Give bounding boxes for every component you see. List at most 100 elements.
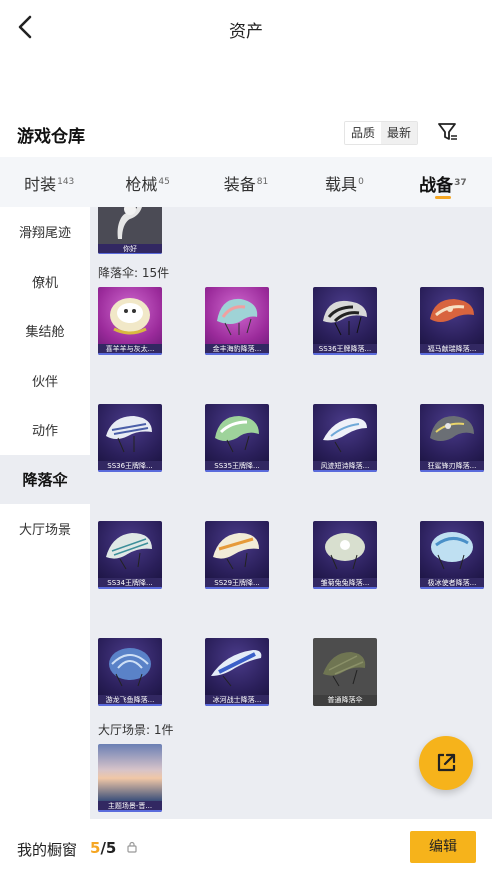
item-image [420,287,484,344]
parachute-tile[interactable]: SS36王牌降落... [313,287,377,355]
filter-button[interactable] [436,120,460,144]
tab-equipment[interactable]: 装备81 [197,157,295,207]
parachute-tile[interactable]: 极冰使者降落... [420,521,484,589]
item-name: 你好 [98,244,162,254]
parachute-tile[interactable]: 游龙飞鱼降落... [98,638,162,706]
parachute-icon [106,416,152,453]
parachute-icon [109,648,151,687]
tab-fashion[interactable]: 时装143 [0,157,98,207]
item-image [420,404,484,461]
parachute-tile[interactable]: 喜羊羊与灰太... [98,287,162,355]
parachute-tile[interactable]: 雏菊兔兔降落... [313,521,377,589]
item-name: SS36王牌降... [98,461,162,472]
item-name: 冰河战士降落... [205,695,269,706]
asset-page: 资产 游戏仓库 品质 最新 时装143 枪械45 装备81 载具0 战备37 滑… [0,0,492,876]
parachute-tile[interactable]: SS35王牌降... [205,404,269,472]
sidebar-item-lobby-scene[interactable]: 大厅场景 [0,504,90,554]
sidebar-item-capsule[interactable]: 集结舱 [0,306,90,356]
item-name: 狂鲨锋刃降落... [420,461,484,472]
tab-count: 37 [454,178,467,188]
parachute-tile[interactable]: 狂鲨锋刃降落... [420,404,484,472]
sidebar-item-emote[interactable]: 动作 [0,405,90,455]
sort-by-newest-button[interactable]: 最新 [381,122,418,144]
tab-label: 时装 [24,175,57,194]
parachute-tile[interactable]: 冰河战士降落... [205,638,269,706]
item-name: SS35王牌降... [205,461,269,472]
category-sidebar: 滑翔尾迹 僚机 集结舱 伙伴 动作 降落伞 大厅场景 [0,207,90,819]
item-image [98,404,162,461]
sidebar-item-glide-trail[interactable]: 滑翔尾迹 [0,207,90,257]
tab-label: 载具 [325,175,358,194]
item-tile[interactable]: 你好 [98,207,162,254]
sort-by-quality-button[interactable]: 品质 [345,122,382,144]
section-title: 游戏仓库 [17,127,85,147]
lock-icon [127,841,137,853]
item-image [313,404,377,461]
lobby-group-label: 大厅场景: 1件 [98,723,174,737]
sidebar-item-parachute[interactable]: 降落伞 [0,454,90,504]
showcase-count-total: /5 [100,839,117,857]
item-image [98,744,162,801]
parachute-icon [213,533,259,570]
item-image [98,521,162,578]
tab-count: 81 [256,177,269,187]
filter-icon [438,123,457,140]
item-image [313,521,377,578]
parachute-tile[interactable]: 风迹短诗降落... [313,404,377,472]
item-name: SS36王牌降落... [313,344,377,355]
share-icon [437,753,456,772]
item-grid-area: 你好 降落伞: 15件 喜羊羊与灰太... 金丰海豹降落... SS36王牌降落… [90,207,492,819]
tab-guns[interactable]: 枪械45 [98,157,196,207]
item-name: 风迹短诗降落... [313,461,377,472]
parachute-tile[interactable]: 普通降落伞 [313,638,377,706]
top-bar: 资产 [0,0,492,58]
parachute-icon [211,650,262,687]
sidebar-item-partner[interactable]: 伙伴 [0,356,90,406]
item-image [313,638,377,695]
parachute-tile[interactable]: 福马献瑞降落... [420,287,484,355]
showcase-count-current: 5 [90,839,101,857]
parachute-icon [215,416,259,453]
section-header: 游戏仓库 品质 最新 [0,112,492,152]
lobby-scene-tile[interactable]: 主题场景-晋... [98,744,162,812]
sidebar-item-wingman[interactable]: 僚机 [0,257,90,307]
parachute-tile[interactable]: SS34王牌降... [98,521,162,589]
tab-label: 战备 [419,176,454,196]
tab-label: 装备 [223,175,256,194]
parachute-icon [106,533,152,570]
category-tabs: 时装143 枪械45 装备81 载具0 战备37 [0,157,492,207]
edit-button[interactable]: 编辑 [410,831,476,863]
item-image [313,287,377,344]
parachute-icon [323,300,367,336]
item-image [205,638,269,695]
tab-count: 45 [158,177,170,187]
item-name: SS34王牌降... [98,578,162,589]
tab-label: 枪械 [125,175,158,194]
item-image [98,207,162,244]
item-image [205,404,269,461]
item-name: 金丰海豹降落... [205,344,269,355]
showcase-label: 我的橱窗 [17,841,78,859]
item-image [98,287,162,344]
item-image [420,521,484,578]
page-title: 资产 [229,22,263,42]
item-image [98,638,162,695]
parachute-icon [110,298,150,335]
item-name: 喜羊羊与灰太... [98,344,162,355]
tab-vehicles[interactable]: 载具0 [295,157,393,207]
showcase-count: 5/5 [90,839,116,857]
parachute-tile[interactable]: 金丰海豹降落... [205,287,269,355]
parachute-icon [323,652,366,687]
parachute-icon [430,416,474,441]
parachute-tile[interactable]: SS36王牌降... [98,404,162,472]
sort-toggle: 品质 最新 [344,121,419,145]
item-name: 极冰使者降落... [420,578,484,589]
item-image [205,287,269,344]
item-name: 雏菊兔兔降落... [313,578,377,589]
share-button[interactable] [419,736,473,790]
parachute-icon [325,533,365,570]
item-name: 普通降落伞 [313,695,377,706]
tab-combat-gear[interactable]: 战备37 [394,157,492,207]
parachute-tile[interactable]: SS29王牌降... [205,521,269,589]
item-name: 主题场景-晋... [98,801,162,812]
